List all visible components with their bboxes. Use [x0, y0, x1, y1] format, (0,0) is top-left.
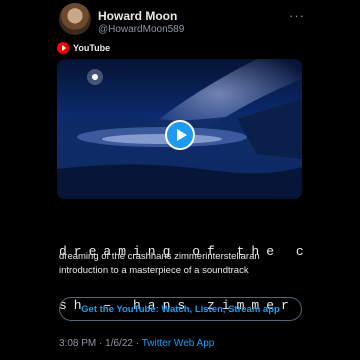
author-handle[interactable]: @HowardMoon589 — [98, 24, 184, 35]
tweet-source[interactable]: Twitter Web App — [142, 338, 215, 349]
provider-label: YouTube — [73, 43, 111, 53]
tweet-time[interactable]: 3:08 PM — [59, 338, 96, 349]
get-app-button[interactable]: Get the YouTube: Watch, Listen, Stream a… — [59, 297, 302, 321]
tweet-meta: 3:08 PM · 1/6/22 · Twitter Web App — [59, 338, 214, 349]
card-description: dreaming of the crashhans zimmerinterste… — [59, 251, 260, 276]
tweet-date[interactable]: 1/6/22 — [105, 338, 133, 349]
card-provider: YouTube — [57, 42, 110, 54]
avatar[interactable] — [59, 3, 91, 35]
more-icon[interactable]: ··· — [289, 8, 305, 23]
youtube-logo-icon — [57, 42, 69, 54]
meta-separator: · — [99, 338, 103, 349]
play-icon[interactable] — [165, 120, 195, 150]
meta-separator: · — [135, 338, 140, 349]
author-display-name[interactable]: Howard Moon — [98, 9, 177, 23]
video-thumbnail[interactable] — [57, 59, 302, 199]
